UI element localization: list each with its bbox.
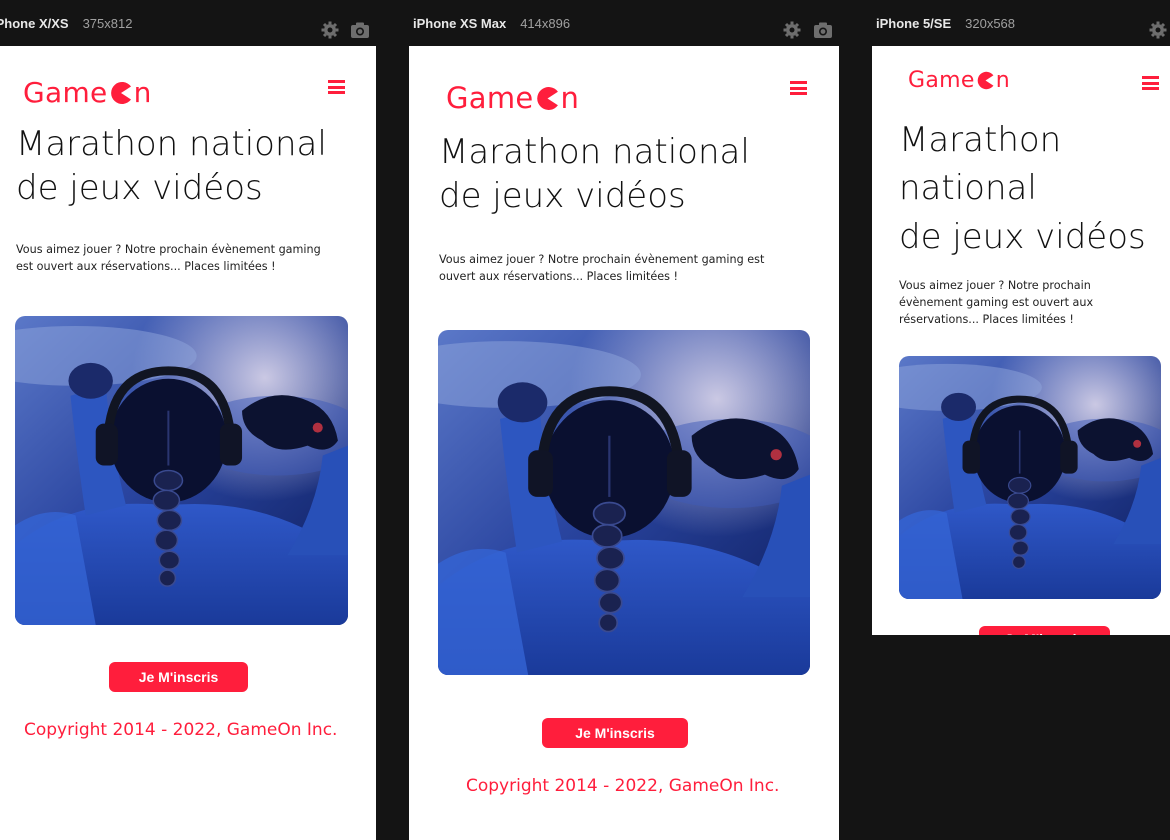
hero-gamer-image (438, 330, 810, 675)
device-size: 375x812 (82, 15, 133, 31)
page-title: Marathon national de jeux vidéos (899, 120, 1146, 257)
gameon-logo[interactable]: Game n (446, 81, 579, 115)
hero-gamer-image (15, 316, 348, 625)
gear-icon[interactable] (782, 20, 802, 40)
hamburger-menu-icon[interactable] (328, 80, 345, 94)
footer-copyright: Copyright 2014 - 2022, GameOn Inc. (24, 720, 338, 740)
logo-text: n (133, 76, 152, 109)
logo-text: Game (23, 76, 108, 109)
gear-icon[interactable] (1148, 20, 1168, 40)
gear-icon[interactable] (320, 20, 340, 40)
intro-text: Vous aimez jouer ? Notre prochain évènem… (16, 243, 321, 273)
signup-button[interactable]: Je M'inscris (542, 718, 688, 748)
hero-gamer-image (899, 356, 1161, 599)
device-name[interactable]: iPhone 5/SE (876, 16, 951, 31)
footer-copyright: Copyright 2014 - 2022, GameOn Inc. (466, 776, 780, 796)
device-bar-2: iPhone XS Max 414x896 (413, 0, 570, 46)
device-name[interactable]: iPhone X/XS (0, 16, 69, 31)
gameon-logo[interactable]: Game n (23, 76, 152, 109)
signup-button[interactable]: Je M'inscris (979, 626, 1110, 635)
device-bar-1: iPhone X/XS 375x812 (0, 0, 132, 46)
logo-text: Game (446, 81, 534, 115)
pacman-o-icon (110, 81, 131, 104)
device-screen-iphone-x: Game n Marathon national de jeux vidéos … (0, 46, 376, 840)
gameon-logo[interactable]: Game n (908, 68, 1010, 93)
device-screen-iphone-5-se: Game n Marathon national de jeux vidéos … (872, 46, 1170, 635)
pacman-o-icon (977, 71, 994, 90)
device-name[interactable]: iPhone XS Max (413, 16, 506, 31)
intro-text: Vous aimez jouer ? Notre prochain évènem… (899, 279, 1094, 326)
logo-text: n (560, 81, 580, 115)
page-title: Marathon national de jeux vidéos (439, 132, 750, 217)
logo-text: n (995, 68, 1010, 93)
device-bar-3: iPhone 5/SE 320x568 (876, 0, 1015, 46)
camera-icon[interactable] (350, 20, 370, 40)
hamburger-menu-icon[interactable] (1142, 76, 1159, 90)
device-screen-iphone-xs-max: Game n Marathon national de jeux vidéos … (409, 46, 839, 840)
camera-icon[interactable] (813, 20, 833, 40)
logo-text: Game (908, 68, 975, 93)
intro-text: Vous aimez jouer ? Notre prochain évènem… (439, 253, 765, 283)
pacman-o-icon (536, 86, 558, 110)
hamburger-menu-icon[interactable] (790, 81, 807, 95)
page-title: Marathon national de jeux vidéos (16, 124, 327, 209)
device-size: 320x568 (965, 15, 1016, 31)
device-size: 414x896 (520, 15, 571, 31)
signup-button[interactable]: Je M'inscris (109, 662, 248, 692)
